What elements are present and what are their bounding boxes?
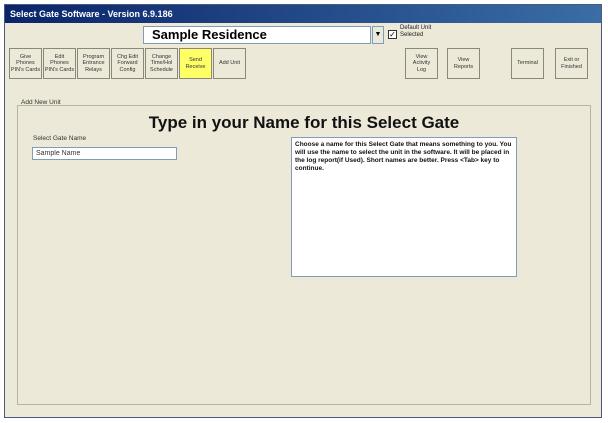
view-reports-button[interactable]: View Reports [447, 48, 480, 79]
view-activity-log-button[interactable]: View Activity Log [405, 48, 438, 79]
schedule-button[interactable]: Change Time/Hol Schedule [145, 48, 178, 79]
edit-phones-pins-button[interactable]: Edit Phones PIN's Cards [43, 48, 76, 79]
app-window: Select Gate Software - Version 6.9.186 S… [4, 4, 602, 418]
send-receive-button[interactable]: Send Receive [179, 48, 212, 79]
toolbar: Sample Residence ▼ ✓ Default Unit Select… [5, 23, 601, 81]
exit-button[interactable]: Exit or Finished [555, 48, 588, 79]
program-relays-button[interactable]: Program Entrance Relays [77, 48, 110, 79]
title-bar: Select Gate Software - Version 6.9.186 [5, 5, 601, 23]
terminal-button[interactable]: Terminal [511, 48, 544, 79]
add-unit-button[interactable]: Add Unit [213, 48, 246, 79]
chevron-down-icon[interactable]: ▼ [372, 26, 384, 44]
forward-config-button[interactable]: Chg Edit Forward Config [111, 48, 144, 79]
page-title: Type in your Name for this Select Gate [148, 113, 460, 132]
help-text-box: Choose a name for this Select Gate that … [291, 137, 517, 277]
name-field-label: Select Gate Name [33, 135, 87, 142]
default-unit-label: Default Unit Selected [400, 25, 432, 38]
residence-select[interactable]: Sample Residence [143, 26, 371, 44]
default-unit-checkbox[interactable]: ✓ [388, 30, 397, 39]
select-gate-name-input[interactable] [32, 147, 177, 160]
give-phones-pins-button[interactable]: Give Phones PIN's Cards [9, 48, 42, 79]
